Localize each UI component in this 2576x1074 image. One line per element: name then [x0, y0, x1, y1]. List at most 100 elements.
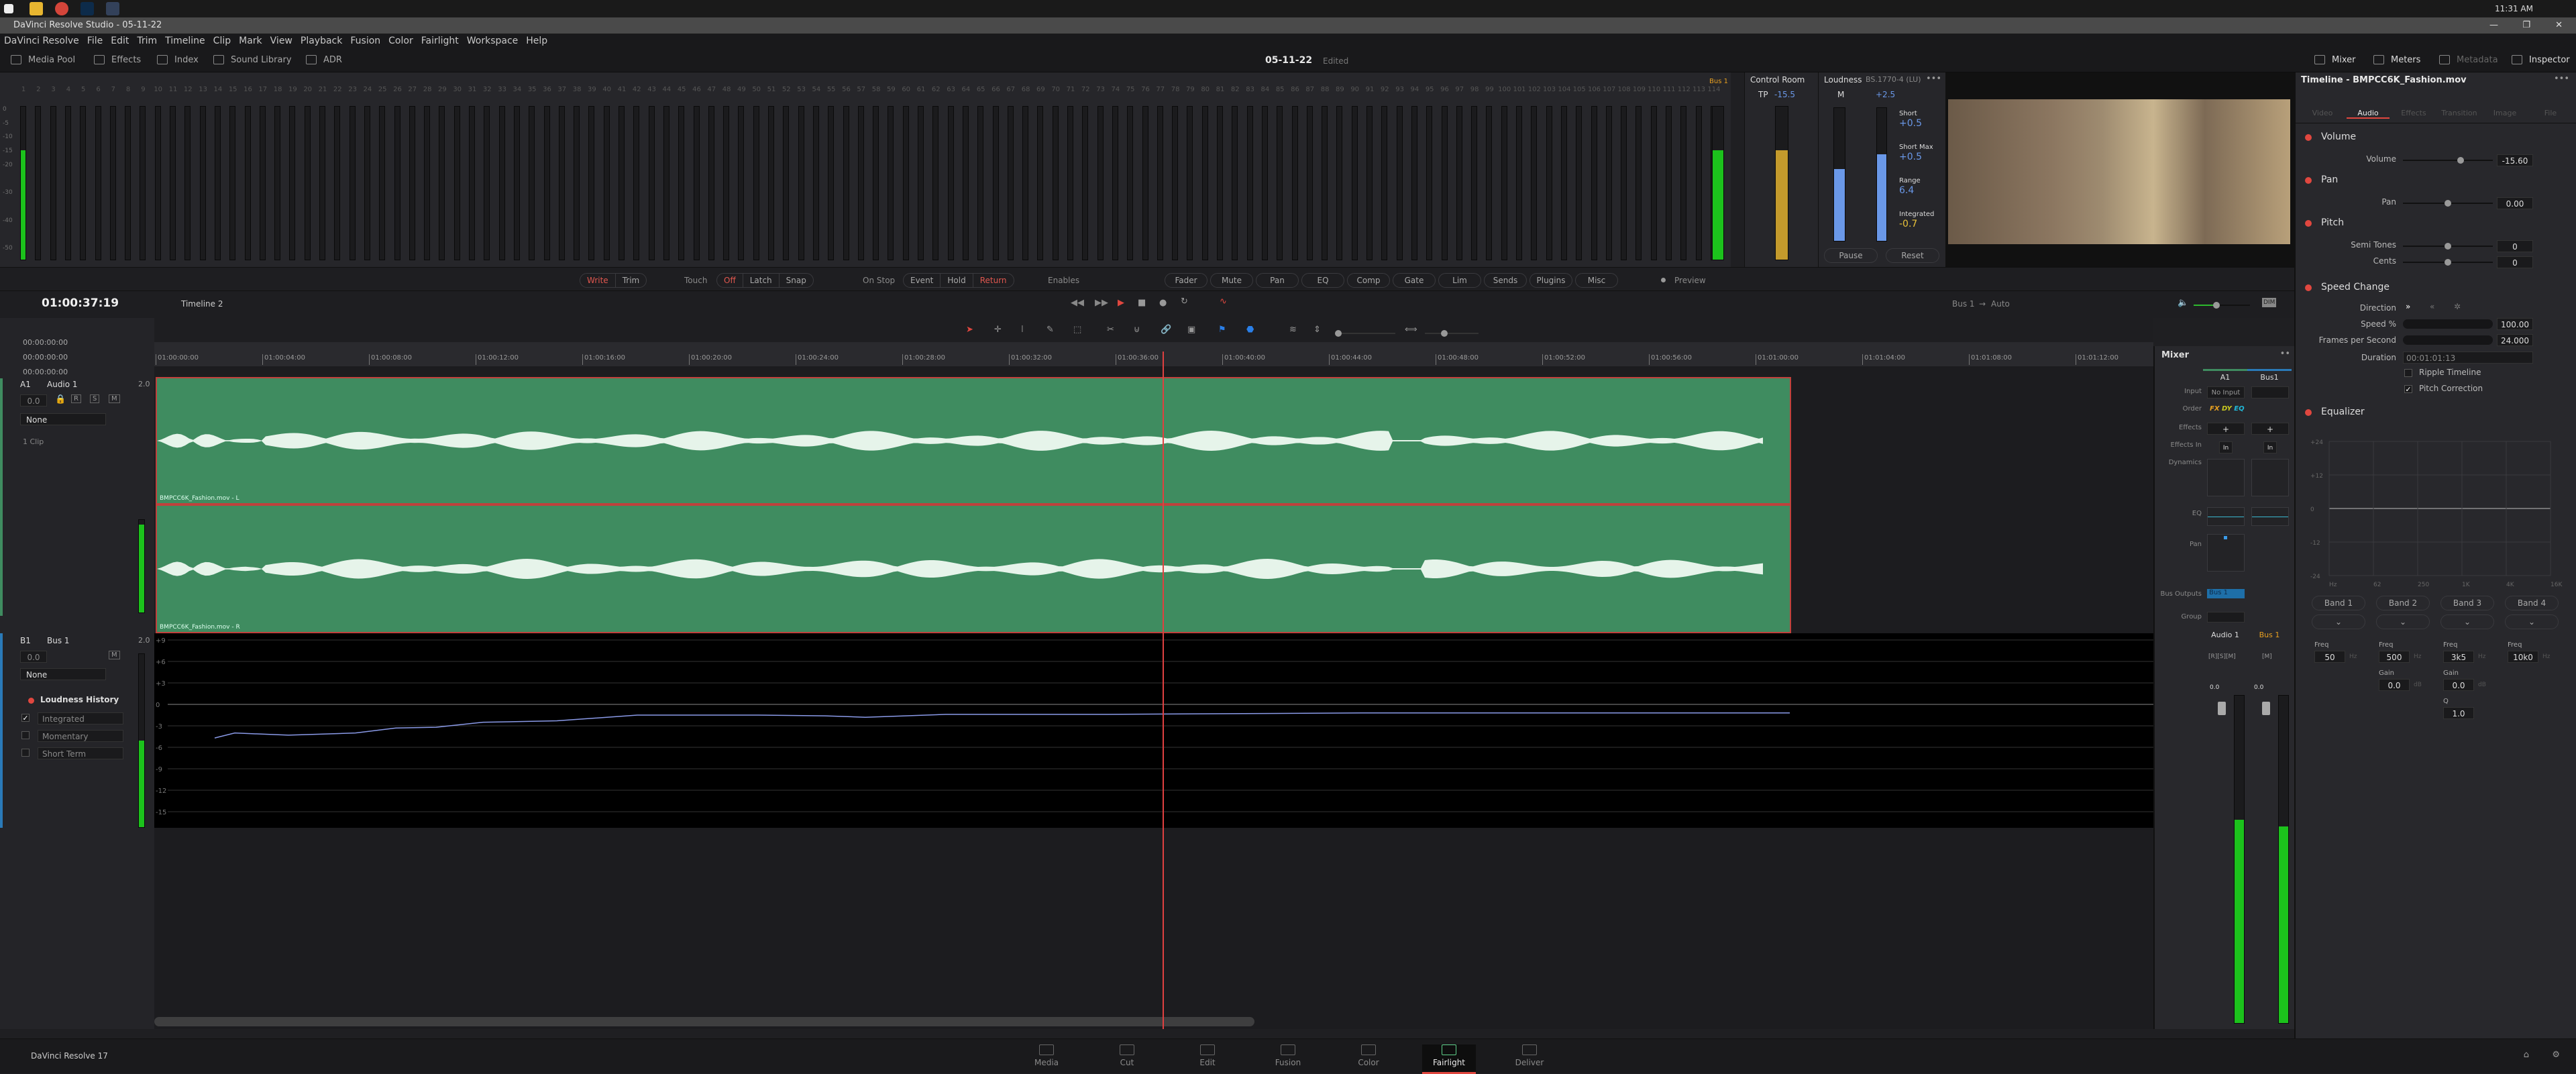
a1-effect-dropdown[interactable]: None	[20, 413, 106, 425]
speed-slider[interactable]	[2403, 319, 2493, 329]
inspector-tab-audio[interactable]: Audio	[2347, 109, 2390, 119]
selection-tool-icon[interactable]: ➤	[966, 325, 973, 335]
eq-band-4-type-dropdown[interactable]: ⌄	[2505, 614, 2559, 629]
eq-band-4-freq-field[interactable]: 10k0	[2508, 651, 2538, 663]
mixer-options-icon[interactable]: ••	[2280, 349, 2290, 359]
enable-mute-button[interactable]: Mute	[1210, 273, 1253, 288]
eq-band-3-freq-field[interactable]: 3k5	[2443, 651, 2474, 663]
bus1-eq-graph[interactable]	[2251, 507, 2289, 526]
auto-follow-icon[interactable]: ▣	[1187, 325, 1195, 335]
inspector-tab-image[interactable]: Image	[2483, 109, 2526, 117]
timeline-ruler[interactable]: 01:00:00:00 01:00:04:00 01:00:08:00 01:00:1…	[154, 342, 2153, 366]
preview-toggle[interactable]	[1661, 278, 1666, 282]
a1-dynamics-graph[interactable]	[2207, 459, 2245, 496]
bus1-effects-in-button[interactable]: In	[2263, 441, 2277, 453]
forward-direction-icon[interactable]: »	[2406, 302, 2410, 311]
menu-fusion[interactable]: Fusion	[350, 36, 380, 46]
page-tab-media[interactable]: Media	[1020, 1044, 1073, 1067]
bus1-add-effect-button[interactable]: +	[2251, 423, 2289, 435]
close-button[interactable]: ✕	[2555, 17, 2563, 34]
touch-snap-button[interactable]: Snap	[780, 274, 813, 287]
semitones-field[interactable]: 0	[2497, 240, 2533, 252]
stop-button[interactable]: ■	[1138, 298, 1146, 308]
enable-comp-button[interactable]: Comp	[1347, 273, 1390, 288]
cents-field[interactable]: 0	[2497, 256, 2533, 268]
page-tab-edit[interactable]: Edit	[1181, 1044, 1234, 1067]
marker-flag-icon[interactable]: ⚑	[1218, 325, 1226, 335]
pencil-tool-icon[interactable]: ✎	[1046, 325, 1054, 335]
onstop-return-button[interactable]: Return	[973, 274, 1014, 287]
bus1-fader-knob[interactable]	[2262, 702, 2270, 715]
audio-clip-right[interactable]: BMPCC6K_Fashion.mov - R	[156, 504, 1791, 633]
speaker-icon[interactable]: 🔈	[2178, 298, 2188, 308]
enable-misc-button[interactable]: Misc	[1575, 273, 1618, 288]
page-tab-color[interactable]: Color	[1342, 1044, 1395, 1067]
menu-help[interactable]: Help	[526, 36, 547, 46]
loudness-reset-button[interactable]: Reset	[1886, 248, 1939, 263]
onstop-hold-button[interactable]: Hold	[941, 274, 973, 287]
a1-mute-button[interactable]: M	[109, 394, 120, 403]
eq-band-2-gain-field[interactable]: 0.0	[2379, 679, 2410, 691]
a1-bus-output[interactable]: Bus 1	[2207, 589, 2245, 598]
freeze-frame-icon[interactable]: ✲	[2454, 302, 2461, 311]
menu-color[interactable]: Color	[388, 36, 413, 46]
eq-graph[interactable]: +24 +12 0 -12 -24 Hz 62 250 1K 4K 16K	[2309, 435, 2571, 589]
a1-solo-button[interactable]: S	[90, 394, 100, 403]
eq-band-3-gain-field[interactable]: 0.0	[2443, 679, 2474, 691]
horizontal-zoom-slider[interactable]	[1425, 330, 1479, 337]
eq-band-3-type-dropdown[interactable]: ⌄	[2440, 614, 2494, 629]
eq-band-4-button[interactable]: Band 4	[2505, 596, 2559, 610]
inspector-toggle-button[interactable]: Inspector	[2512, 54, 2570, 67]
eq-band-3-q-field[interactable]: 1.0	[2443, 707, 2474, 719]
menu-clip[interactable]: Clip	[213, 36, 231, 46]
momentary-option[interactable]: Momentary	[38, 730, 123, 742]
home-icon[interactable]: ⌂	[2524, 1050, 2529, 1060]
a1-pan-graph[interactable]	[2207, 534, 2245, 572]
menu-view[interactable]: View	[270, 36, 292, 46]
monitor-auto[interactable]: Auto	[1991, 299, 2010, 309]
a1-record-button[interactable]: R	[71, 394, 81, 403]
snap-icon[interactable]: ⊍	[1134, 325, 1140, 335]
duration-field[interactable]: 00:01:01:13	[2403, 352, 2533, 364]
integrated-checkbox[interactable]: ✓	[21, 714, 30, 722]
fps-slider[interactable]	[2403, 335, 2493, 345]
pitch-correction-checkbox[interactable]: ✓	[2404, 385, 2412, 393]
b1-track-name[interactable]: Bus 1	[47, 636, 70, 645]
link-icon[interactable]: 🔗	[1161, 325, 1171, 335]
volume-section-header[interactable]: Volume	[2305, 131, 2356, 142]
a1-lock-icon[interactable]: 🔒	[55, 394, 66, 405]
rewind-button[interactable]: ◀◀	[1071, 298, 1084, 308]
a1-volume-field[interactable]: 0.0	[20, 394, 47, 407]
ripple-timeline-checkbox[interactable]	[2404, 369, 2412, 377]
a1-input-selector[interactable]: No Input	[2207, 386, 2245, 398]
playhead[interactable]	[1163, 352, 1164, 1029]
record-button[interactable]: ●	[1159, 298, 1167, 308]
cents-slider[interactable]	[2403, 259, 2493, 266]
effects-button[interactable]: Effects	[94, 54, 141, 67]
write-button[interactable]: Write	[580, 274, 616, 287]
mixer-toggle-button[interactable]: Mixer	[2314, 54, 2355, 67]
pan-value-field[interactable]: 0.00	[2497, 197, 2533, 209]
select-box-icon[interactable]: ⬚	[1073, 325, 1081, 335]
vertical-zoom-slider[interactable]	[1335, 330, 1395, 337]
monitor-volume-slider[interactable]	[2194, 302, 2250, 309]
a1-add-effect-button[interactable]: +	[2207, 423, 2245, 435]
media-pool-button[interactable]: Media Pool	[11, 54, 75, 67]
loudness-options-icon[interactable]: •••	[1926, 74, 1941, 84]
pitch-section-header[interactable]: Pitch	[2305, 217, 2344, 228]
photoshop-icon[interactable]	[80, 2, 94, 15]
play-button[interactable]: ▶	[1118, 298, 1124, 308]
pan-slider[interactable]	[2403, 200, 2493, 207]
short-term-option[interactable]: Short Term	[38, 747, 123, 759]
inspector-tab-file[interactable]: File	[2529, 109, 2572, 117]
a1-rsm-buttons[interactable]: [R][S][M]	[2208, 653, 2236, 660]
loudness-pause-button[interactable]: Pause	[1824, 248, 1878, 263]
marker-icon[interactable]: ⬣	[1246, 325, 1254, 335]
index-button[interactable]: Index	[157, 54, 199, 67]
page-tab-cut[interactable]: Cut	[1100, 1044, 1154, 1067]
inspector-tab-transition[interactable]: Transition	[2438, 109, 2481, 117]
loop-button[interactable]: ↻	[1181, 297, 1188, 307]
minimize-button[interactable]: —	[2489, 17, 2498, 34]
eq-band-2-button[interactable]: Band 2	[2376, 596, 2430, 610]
enable-plugins-button[interactable]: Plugins	[1529, 273, 1572, 288]
